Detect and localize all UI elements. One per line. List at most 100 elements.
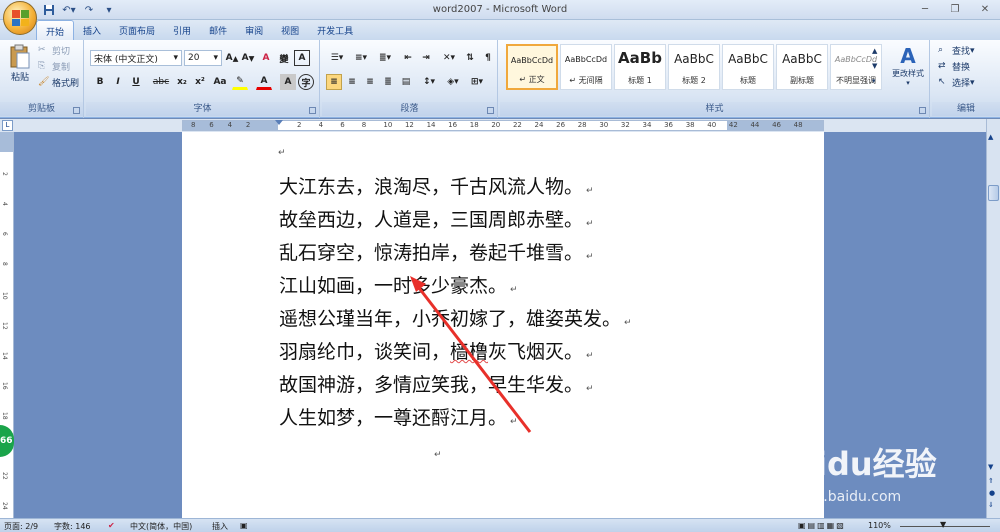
superscript-button[interactable]: x² <box>192 74 208 90</box>
tab-developer[interactable]: 开发工具 <box>308 20 362 40</box>
paragraph-launcher-icon[interactable] <box>487 107 494 114</box>
restore-icon[interactable]: ❐ <box>940 0 970 18</box>
chinese-layout-icon[interactable]: ✕▾ <box>438 50 460 66</box>
justify-icon[interactable]: ≣ <box>380 74 396 90</box>
replace-button[interactable]: ⇄ 替换 <box>938 60 970 74</box>
tab-insert[interactable]: 插入 <box>74 20 110 40</box>
font-launcher-icon[interactable] <box>309 107 316 114</box>
status-zoom[interactable]: 110% <box>868 521 891 530</box>
style-title[interactable]: AaBbC 标题 <box>722 44 774 90</box>
format-painter-button[interactable]: 🖌 格式刷 <box>38 76 79 90</box>
style-no-spacing[interactable]: AaBbCcDd ↵ 无间隔 <box>560 44 612 90</box>
text-line[interactable]: 乱石穿空，惊涛拍岸，卷起千堆雪。 ↵ <box>279 238 594 265</box>
cut-button[interactable]: ✂ 剪切 <box>38 44 70 58</box>
tab-references[interactable]: 引用 <box>164 20 200 40</box>
increase-indent-icon[interactable]: ⇥ <box>418 50 434 66</box>
paste-button[interactable]: 粘贴 <box>6 44 34 83</box>
phonetic-guide-icon[interactable]: 變 <box>276 50 292 66</box>
sort-icon[interactable]: ⇅ <box>462 50 478 66</box>
underline-button[interactable]: U <box>128 74 144 90</box>
style-heading-2[interactable]: AaBbC 标题 2 <box>668 44 720 90</box>
char-border-icon[interactable]: A <box>294 50 310 66</box>
char-shading-icon[interactable]: A <box>280 74 296 90</box>
status-page[interactable]: 页面: 2/9 <box>4 521 38 532</box>
change-case-button[interactable]: Aa <box>210 74 230 90</box>
tab-view[interactable]: 视图 <box>272 20 308 40</box>
office-button[interactable] <box>3 1 37 35</box>
scroll-up-icon[interactable]: ▲ <box>988 133 993 141</box>
change-styles-button[interactable]: A 更改样式 ▾ <box>888 44 928 87</box>
show-marks-icon[interactable]: ¶ <box>480 50 496 66</box>
close-icon[interactable]: ✕ <box>970 0 1000 18</box>
next-page-icon[interactable]: ⇓ <box>988 501 994 509</box>
styles-launcher-icon[interactable] <box>919 107 926 114</box>
enclose-char-icon[interactable]: 字 <box>298 74 314 90</box>
select-button[interactable]: ↖ 选择 ▾ <box>938 76 975 90</box>
ruler-number: 6 <box>209 121 214 129</box>
borders-icon[interactable]: ⊞▾ <box>466 74 488 90</box>
numbering-icon[interactable]: ≡▾ <box>350 50 372 66</box>
find-button[interactable]: ⌕ 查找 ▾ <box>938 44 975 58</box>
tab-selector-icon[interactable]: L <box>2 120 13 131</box>
text-line[interactable]: 大江东去，浪淘尽，千古风流人物。 ↵ <box>279 172 594 199</box>
text-line[interactable]: 羽扇纶巾，谈笑间，樯橹灰飞烟灭。 ↵ <box>279 337 594 364</box>
paragraph-mark: ↵ <box>586 351 594 361</box>
style-heading-1[interactable]: AaBb 标题 1 <box>614 44 666 90</box>
tab-home[interactable]: 开始 <box>36 20 75 40</box>
zoom-slider-thumb[interactable]: ▼ <box>940 520 946 529</box>
browse-object-icon[interactable]: ● <box>989 489 995 497</box>
indent-marker-icon[interactable] <box>275 120 283 125</box>
vertical-scrollbar[interactable]: ▲ ▼ ⇑ ● ⇓ <box>986 119 1000 518</box>
tab-mailings[interactable]: 邮件 <box>200 20 236 40</box>
bullets-icon[interactable]: ☰▾ <box>326 50 348 66</box>
tab-review[interactable]: 审阅 <box>236 20 272 40</box>
paragraph-mark: ↵ <box>586 186 594 196</box>
styles-scroll[interactable]: ▲ ▼ ▾ <box>872 44 877 89</box>
bold-button[interactable]: B <box>92 74 108 90</box>
strikethrough-button[interactable]: abc <box>150 74 172 90</box>
shrink-font-button[interactable]: A ▼ <box>240 50 256 66</box>
style-name: 副标题 <box>790 76 814 85</box>
text-line[interactable]: 故垒西边，人道是，三国周郎赤壁。 ↵ <box>279 205 594 232</box>
text-line[interactable]: 故国神游，多情应笑我，早生华发。 ↵ <box>279 370 594 397</box>
align-right-icon[interactable]: ≡ <box>362 74 378 90</box>
spellcheck-icon[interactable]: ✔ <box>108 521 115 530</box>
scrollbar-thumb[interactable] <box>988 185 999 201</box>
align-left-icon[interactable]: ≡ <box>326 74 342 90</box>
vertical-ruler[interactable]: 24681012141618202224 <box>0 132 14 518</box>
align-center-icon[interactable]: ≡ <box>344 74 360 90</box>
status-language[interactable]: 中文(简体，中国) <box>130 521 192 532</box>
italic-button[interactable]: I <box>110 74 126 90</box>
distributed-icon[interactable]: ▤ <box>398 74 414 90</box>
font-size-combo[interactable]: 20 ▾ <box>184 50 222 66</box>
document-page[interactable]: ↵ 大江东去，浪淘尽，千古风流人物。 ↵ 故垒西边，人道是，三国周郎赤壁。 ↵ 乱石… <box>182 132 824 518</box>
decrease-indent-icon[interactable]: ⇤ <box>400 50 416 66</box>
shading-icon[interactable]: ◈▾ <box>442 74 464 90</box>
office-logo-icon <box>12 10 29 26</box>
text-line[interactable]: 人生如梦，一尊还酹江月。 ↵ <box>279 403 518 430</box>
ruler-number: 40 <box>707 121 717 129</box>
status-words[interactable]: 字数: 146 <box>54 521 91 532</box>
macro-record-icon[interactable]: ▣ <box>240 521 248 530</box>
copy-button[interactable]: ⎘ 复制 <box>38 60 70 74</box>
view-buttons[interactable]: ▣▤▥▦▧ <box>798 521 846 530</box>
text-line[interactable]: 遥想公瑾当年，小乔初嫁了，雄姿英发。 ↵ <box>279 304 632 331</box>
font-name-combo[interactable]: 宋体 (中文正文) ▾ <box>90 50 182 66</box>
clipboard-launcher-icon[interactable] <box>73 107 80 114</box>
font-color-icon[interactable]: A <box>256 74 272 90</box>
grow-font-button[interactable]: A ▲ <box>224 50 240 66</box>
scroll-down-icon[interactable]: ▼ <box>988 463 993 471</box>
style-normal[interactable]: AaBbCcDd ↵ 正文 <box>506 44 558 90</box>
style-subtitle[interactable]: AaBbC 副标题 <box>776 44 828 90</box>
minimize-icon[interactable]: ─ <box>910 0 940 18</box>
prev-page-icon[interactable]: ⇑ <box>988 477 994 485</box>
status-mode[interactable]: 插入 <box>212 521 228 532</box>
tab-page-layout[interactable]: 页面布局 <box>110 20 164 40</box>
line-spacing-icon[interactable]: ↕▾ <box>418 74 440 90</box>
multilevel-list-icon[interactable]: ≣▾ <box>374 50 396 66</box>
text-line[interactable]: 江山如画，一时多少豪杰。 ↵ <box>279 271 518 298</box>
subscript-button[interactable]: x₂ <box>174 74 190 90</box>
horizontal-ruler[interactable]: 8 6 4 2 2 4 6 8 10 12 14 16 18 20 22 24 26 28 30 32 34 36 38 40… <box>182 120 824 131</box>
highlight-icon[interactable]: ✎ <box>232 74 248 90</box>
clear-format-icon[interactable]: A <box>258 50 274 66</box>
